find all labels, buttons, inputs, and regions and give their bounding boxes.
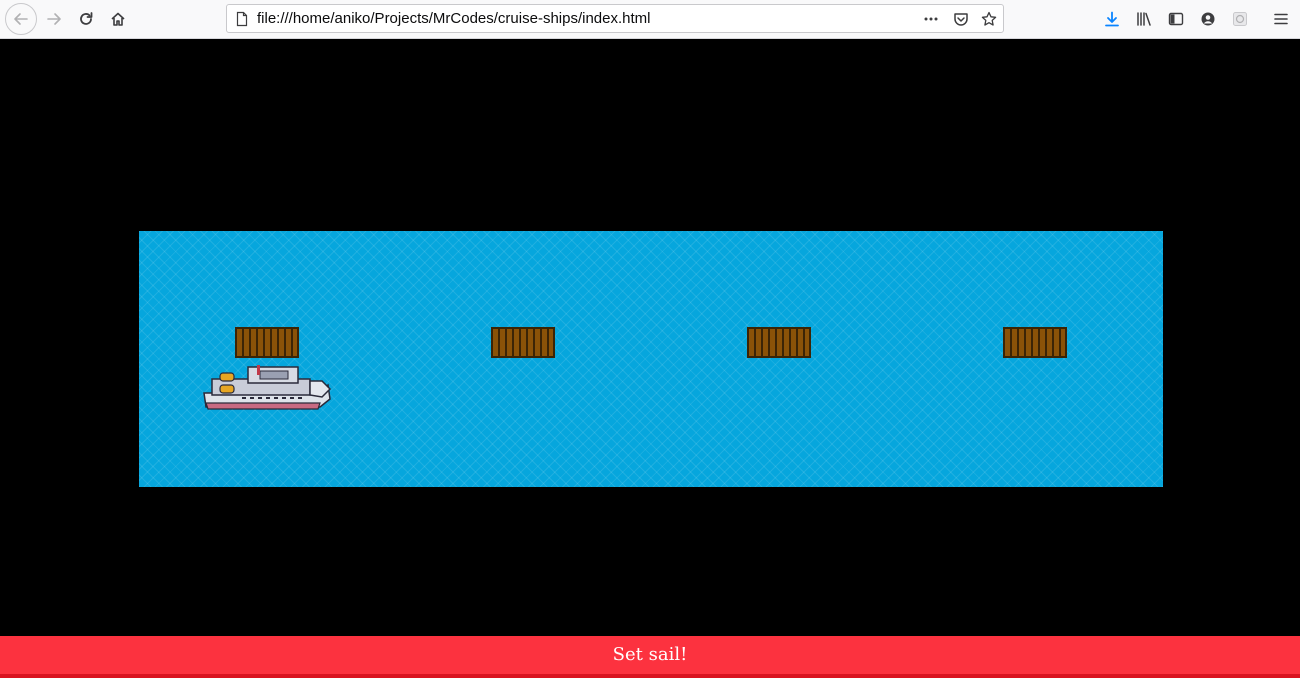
home-icon xyxy=(111,12,125,26)
more-icon[interactable] xyxy=(923,11,939,27)
download-icon xyxy=(1105,11,1119,27)
extension-icon xyxy=(1233,12,1247,26)
ocean xyxy=(139,231,1163,487)
cruise-ship xyxy=(203,365,332,410)
browser-toolbar: file:///home/aniko/Projects/MrCodes/crui… xyxy=(0,0,1300,39)
extension-button[interactable] xyxy=(1225,4,1255,34)
back-icon xyxy=(14,13,28,25)
forward-button[interactable] xyxy=(39,4,69,34)
home-button[interactable] xyxy=(103,4,133,34)
star-icon[interactable] xyxy=(981,11,997,27)
port-crate xyxy=(1003,327,1067,358)
set-sail-button[interactable]: Set sail! xyxy=(0,636,1300,678)
reload-button[interactable] xyxy=(71,4,101,34)
back-button[interactable] xyxy=(5,3,37,35)
sidebar-icon xyxy=(1168,12,1184,26)
menu-icon xyxy=(1274,13,1288,25)
reload-icon xyxy=(80,12,93,25)
port-crate xyxy=(491,327,555,358)
sidebar-button[interactable] xyxy=(1161,4,1191,34)
port-crate xyxy=(235,327,299,358)
library-icon xyxy=(1137,12,1151,26)
library-button[interactable] xyxy=(1129,4,1159,34)
account-icon xyxy=(1201,12,1215,26)
url-bar[interactable]: file:///home/aniko/Projects/MrCodes/crui… xyxy=(226,4,1004,33)
url-text[interactable]: file:///home/aniko/Projects/MrCodes/crui… xyxy=(257,5,651,32)
game-viewport xyxy=(0,40,1300,636)
forward-icon xyxy=(47,13,61,25)
port-crate xyxy=(747,327,811,358)
menu-button[interactable] xyxy=(1266,4,1296,34)
page-icon xyxy=(236,11,248,27)
pocket-icon[interactable] xyxy=(953,11,969,27)
account-button[interactable] xyxy=(1193,4,1223,34)
downloads-button[interactable] xyxy=(1097,4,1127,34)
